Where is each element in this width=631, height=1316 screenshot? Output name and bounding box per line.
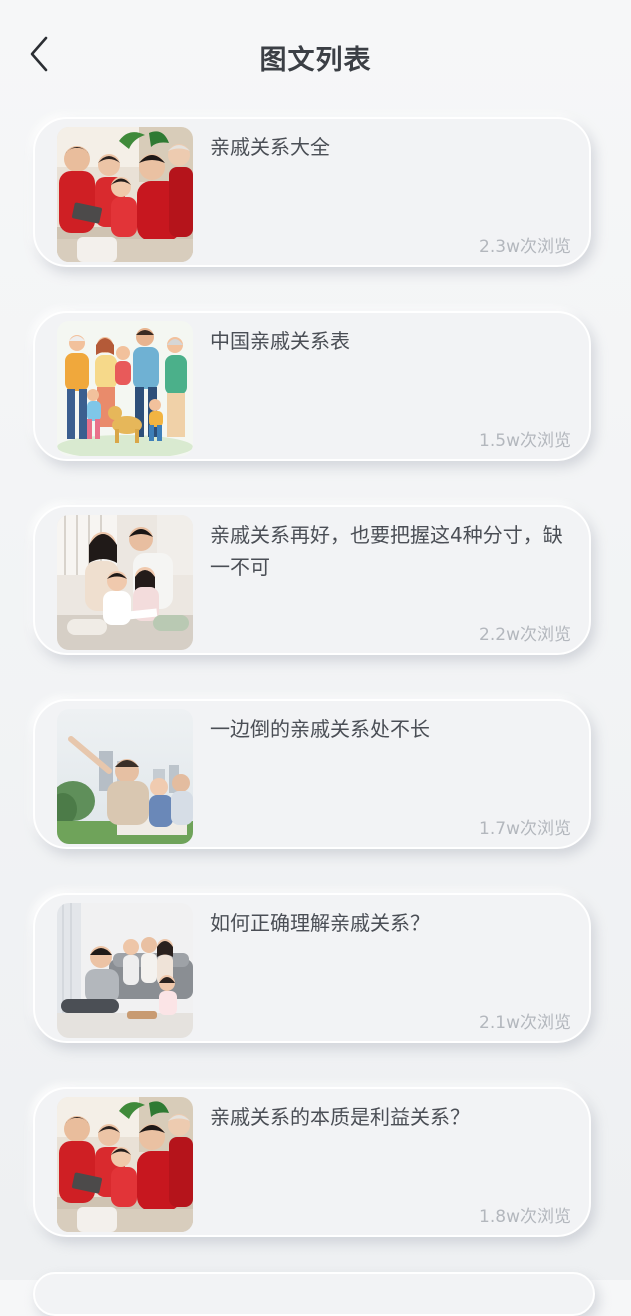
- view-count: 2.2w次浏览: [479, 625, 571, 645]
- article-card[interactable]: 中国亲戚关系表 1.5w次浏览: [33, 311, 591, 461]
- article-thumbnail: [57, 903, 193, 1038]
- article-title: 亲戚关系再好，也要把握这4种分寸，缺一不可: [210, 523, 563, 579]
- article-thumbnail: [57, 1097, 193, 1232]
- view-count: 1.7w次浏览: [479, 819, 571, 839]
- article-thumbnail: [57, 321, 193, 456]
- article-card[interactable]: 亲戚关系再好，也要把握这4种分寸，缺一不可 2.2w次浏览: [33, 505, 591, 655]
- view-count: 2.1w次浏览: [479, 1013, 571, 1033]
- top-bar: 图文列表: [0, 0, 631, 112]
- article-thumbnail: [57, 127, 193, 262]
- view-count: 1.5w次浏览: [479, 431, 571, 451]
- article-title: 亲戚关系的本质是利益关系？: [210, 1105, 470, 1129]
- article-card-partial[interactable]: [33, 1272, 595, 1316]
- article-card[interactable]: 亲戚关系的本质是利益关系？ 1.8w次浏览: [33, 1087, 591, 1237]
- article-title: 中国亲戚关系表: [210, 329, 350, 353]
- article-title: 一边倒的亲戚关系处不长: [210, 717, 430, 741]
- article-title: 如何正确理解亲戚关系？: [210, 911, 430, 935]
- article-thumbnail: [57, 515, 193, 650]
- article-card[interactable]: 如何正确理解亲戚关系？ 2.1w次浏览: [33, 893, 591, 1043]
- view-count: 2.3w次浏览: [479, 237, 571, 257]
- article-thumbnail: [57, 709, 193, 844]
- article-title: 亲戚关系大全: [210, 135, 330, 159]
- article-card[interactable]: 一边倒的亲戚关系处不长 1.7w次浏览: [33, 699, 591, 849]
- view-count: 1.8w次浏览: [479, 1207, 571, 1227]
- article-card[interactable]: 亲戚关系大全 2.3w次浏览: [33, 117, 591, 267]
- page-title: 图文列表: [259, 45, 372, 76]
